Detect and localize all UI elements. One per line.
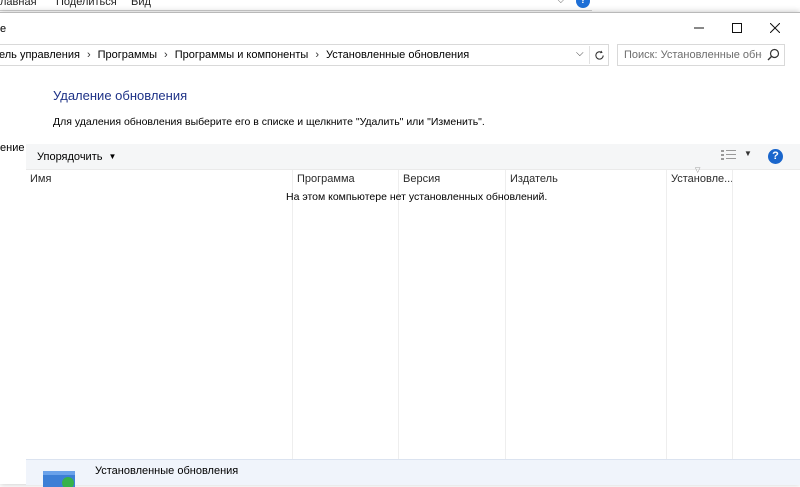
empty-list-message: На этом компьютере нет установленных обн… <box>286 191 548 203</box>
column-header-publisher[interactable]: Издатель <box>506 170 666 188</box>
ribbon-tab-home[interactable]: лавная <box>0 0 37 8</box>
column-divider[interactable] <box>398 170 399 459</box>
details-title: Установленные обновления <box>95 465 239 477</box>
search-input[interactable] <box>618 45 762 65</box>
column-header-name[interactable]: Имя <box>26 170 292 188</box>
view-dropdown-icon[interactable]: ▼ <box>744 149 752 158</box>
details-pane: Установленные обновления <box>26 459 800 487</box>
organize-label: Упорядочить <box>37 150 103 163</box>
refresh-icon <box>594 50 604 60</box>
breadcrumb-programs-and-features[interactable]: Программы и компоненты <box>175 49 309 61</box>
background-ribbon: лавная Поделиться Вид ⌵ ? <box>0 0 592 11</box>
chevron-down-icon: ▼ <box>108 152 117 161</box>
view-options-icon[interactable] <box>721 150 737 162</box>
column-divider[interactable] <box>666 170 667 459</box>
address-history-dropdown-icon[interactable]: ⌵ <box>576 48 584 59</box>
ribbon-help-icon[interactable]: ? <box>576 0 590 8</box>
column-header-program[interactable]: Программа <box>293 170 399 188</box>
breadcrumb-separator[interactable]: › <box>87 49 91 61</box>
page-title: Удаление обновления <box>53 88 188 103</box>
minimize-icon <box>694 27 704 29</box>
ribbon-tab-view[interactable]: Вид <box>131 0 151 8</box>
address-bar[interactable]: ель управления › Программы › Программы и… <box>0 44 609 66</box>
ribbon-collapse-icon[interactable]: ⌵ <box>557 0 565 6</box>
instructions-text: Для удаления обновления выберите его в с… <box>53 116 485 128</box>
refresh-button[interactable] <box>589 46 608 64</box>
breadcrumb-control-panel[interactable]: ель управления <box>0 49 80 61</box>
address-row: ель управления › Программы › Программы и… <box>0 44 800 66</box>
close-button[interactable] <box>756 13 794 43</box>
maximize-button[interactable] <box>718 13 756 43</box>
help-button[interactable]: ? <box>768 149 783 164</box>
column-divider[interactable] <box>732 170 733 459</box>
sort-indicator-icon: ▽ <box>695 167 701 174</box>
column-divider[interactable] <box>505 170 506 459</box>
search-box[interactable] <box>617 44 785 66</box>
installed-updates-window: е ение ель управления › Программы › Прог… <box>0 12 800 487</box>
organize-button[interactable]: Упорядочить ▼ <box>33 144 120 169</box>
search-icon[interactable] <box>767 48 780 61</box>
ribbon-tab-share[interactable]: Поделиться <box>56 0 117 8</box>
command-toolbar: Упорядочить ▼ ▼ ? <box>26 144 800 170</box>
updates-list[interactable]: Имя Программа Версия Издатель Установле.… <box>26 167 800 459</box>
title-bar[interactable] <box>0 13 800 43</box>
breadcrumb-separator[interactable]: › <box>164 49 168 61</box>
minimize-button[interactable] <box>680 13 718 43</box>
updates-folder-icon <box>43 471 75 487</box>
maximize-icon <box>732 23 742 33</box>
breadcrumb-programs[interactable]: Программы <box>98 49 157 61</box>
background-side-text: ение <box>0 142 25 154</box>
breadcrumb-installed-updates[interactable]: Установленные обновления <box>326 49 469 61</box>
close-icon <box>770 23 780 33</box>
column-header-version[interactable]: Версия <box>399 170 505 188</box>
column-divider[interactable] <box>292 170 293 459</box>
breadcrumb-separator[interactable]: › <box>315 49 319 61</box>
